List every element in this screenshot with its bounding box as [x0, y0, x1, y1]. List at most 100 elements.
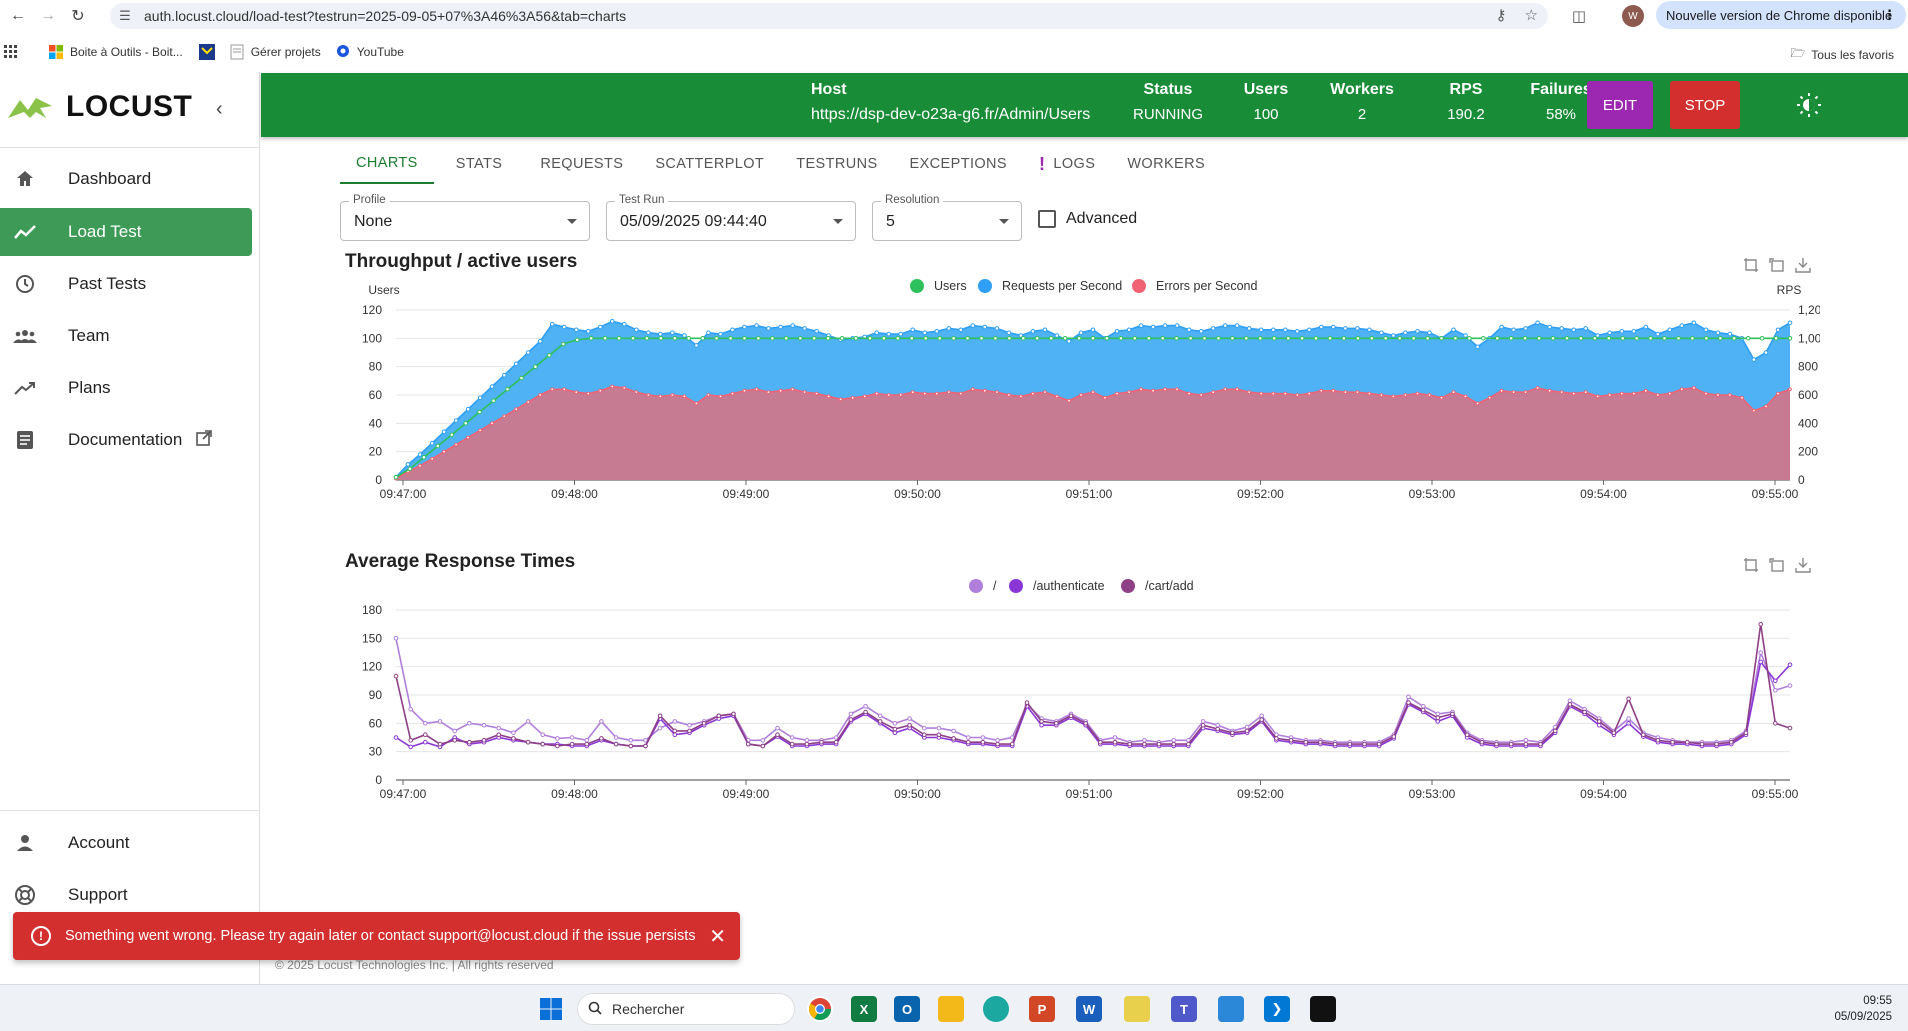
users-point	[658, 336, 664, 341]
cart-add-series-point	[1127, 741, 1133, 747]
authenticate-series-point	[1435, 719, 1441, 724]
key-icon[interactable]: ⚷	[1496, 6, 1507, 24]
theme-toggle-icon[interactable]	[1797, 93, 1821, 117]
throughput-chart[interactable]: Users RPS Users Requests per Second Errors p…	[340, 272, 1820, 512]
cart-add-series-point	[731, 711, 736, 717]
chrome-update-button[interactable]: Nouvelle version de Chrome disponible ⋮	[1656, 1, 1906, 29]
forward-icon[interactable]: →	[36, 4, 60, 28]
edit-button[interactable]: EDIT	[1587, 81, 1653, 129]
close-icon[interactable]: ✕	[709, 924, 726, 949]
edge-app-icon[interactable]	[983, 996, 1009, 1022]
collapse-sidebar-icon[interactable]: ‹	[216, 98, 223, 121]
all-bookmarks[interactable]: 🗁 Tous les favoris	[1790, 44, 1894, 65]
vscode-app-icon[interactable]: ❯	[1264, 996, 1290, 1022]
taskbar-clock[interactable]: 09:55 05/09/2025	[1834, 993, 1892, 1025]
rps-point	[489, 384, 495, 389]
sidebar-item-dashboard[interactable]: Dashboard	[0, 155, 252, 203]
cart-add-series-point	[1083, 721, 1089, 726]
errors-point	[586, 391, 591, 396]
tool-app-icon[interactable]	[1124, 996, 1150, 1022]
cart-add-series-point	[775, 732, 780, 737]
bookmark-youtube[interactable]: YouTube	[335, 44, 404, 60]
profile-select[interactable]: Profile None	[340, 194, 590, 241]
powerpoint-app-icon[interactable]: P	[1029, 996, 1055, 1022]
testrun-select[interactable]: Test Run 05/09/2025 09:44:40	[606, 194, 856, 241]
tab-scatterplot[interactable]: SCATTERPLOT	[639, 144, 780, 184]
users-point	[519, 375, 524, 381]
menu-dots-icon[interactable]: ⋮	[1883, 7, 1896, 23]
locust-logo[interactable]: LOCUST	[6, 90, 192, 124]
chrome-app-icon[interactable]	[807, 996, 833, 1022]
reload-icon[interactable]: ↻	[66, 4, 90, 28]
sidebar-item-account[interactable]: Account	[0, 819, 252, 867]
clock-time: 09:55	[1863, 995, 1892, 1007]
tab-logs[interactable]: ! LOGS	[1023, 144, 1111, 184]
x-tick-label: 09:51:00	[1066, 487, 1113, 501]
excel-app-icon[interactable]: X	[851, 996, 877, 1022]
bookmark-boite-outils[interactable]: Boite à Outils - Boit...	[48, 44, 183, 60]
errors-point	[1679, 387, 1684, 392]
sidebar-item-load-test[interactable]: Load Test	[0, 208, 252, 256]
bookmark-gerer-projets[interactable]: Gérer projets	[229, 44, 321, 60]
bookmark-arrow[interactable]	[198, 44, 215, 60]
cart-add-series-point	[437, 741, 443, 747]
stop-button[interactable]: STOP	[1670, 81, 1740, 129]
tab-workers[interactable]: WORKERS	[1111, 144, 1221, 184]
cart-add-series-point	[1098, 739, 1103, 745]
root-series-point	[481, 722, 487, 728]
errors-point	[1752, 408, 1756, 413]
advanced-toggle[interactable]: Advanced	[1038, 210, 1137, 228]
tab-charts[interactable]: CHARTS	[340, 144, 434, 184]
profile-avatar[interactable]: W	[1622, 5, 1644, 27]
extensions-icon[interactable]: ◫	[1568, 5, 1590, 27]
resolution-select[interactable]: Resolution 5	[872, 194, 1022, 241]
taskbar-search[interactable]: Rechercher	[577, 993, 795, 1025]
rps-point	[730, 327, 735, 333]
advanced-checkbox[interactable]	[1038, 210, 1056, 228]
sidebar-item-team[interactable]: Team	[0, 312, 252, 360]
errors-point	[958, 391, 963, 396]
back-icon[interactable]: ←	[6, 4, 30, 28]
cart-add-series-point	[1508, 741, 1514, 747]
rps-point	[766, 326, 771, 331]
sidebar-item-plans[interactable]: Plans	[0, 364, 252, 412]
notepad-app-icon[interactable]	[1218, 996, 1244, 1022]
file-explorer-icon[interactable]	[938, 996, 964, 1022]
star-icon[interactable]: ☆	[1525, 6, 1538, 24]
errors-point	[514, 407, 519, 412]
users-point	[1007, 336, 1012, 341]
sidebar-item-documentation[interactable]: Documentation	[0, 416, 252, 464]
address-bar[interactable]: ☰ auth.locust.cloud/load-test?testrun=20…	[110, 3, 1548, 29]
rps-point	[1679, 323, 1685, 328]
rps-point	[513, 361, 519, 367]
response-times-chart[interactable]: / /authenticate/cart/add 0 30 60 90 120 150 180 0…	[340, 572, 1820, 812]
legend-marker	[969, 579, 983, 593]
apps-icon[interactable]	[4, 45, 18, 59]
cart-add-series-point	[1670, 739, 1675, 745]
tab-testruns[interactable]: TESTRUNS	[780, 144, 893, 184]
sidebar-item-past-tests[interactable]: Past Tests	[0, 260, 252, 308]
word-app-icon[interactable]: W	[1076, 996, 1102, 1022]
cart-add-series-point	[804, 741, 810, 747]
tab-requests[interactable]: REQUESTS	[524, 144, 639, 184]
errors-point	[1571, 391, 1576, 396]
terminal-app-icon[interactable]	[1310, 996, 1336, 1022]
url-text[interactable]: auth.locust.cloud/load-test?testrun=2025…	[144, 8, 626, 24]
outlook-app-icon[interactable]: O	[894, 996, 920, 1022]
windows-start-icon[interactable]	[539, 997, 563, 1021]
rps-point	[886, 331, 892, 337]
errors-point	[898, 393, 903, 397]
site-info-icon[interactable]: ☰	[116, 7, 134, 25]
errors-point	[742, 388, 747, 393]
root-series-point	[1626, 716, 1631, 721]
cart-add-series-point	[1787, 725, 1793, 731]
users-point	[393, 474, 399, 480]
tab-exceptions[interactable]: EXCEPTIONS	[894, 144, 1023, 184]
teams-app-icon[interactable]: T	[1171, 996, 1197, 1022]
root-series-point	[1215, 722, 1221, 728]
users-point	[1076, 336, 1082, 341]
rps-point	[1607, 330, 1612, 336]
cart-add-series-point	[1024, 700, 1030, 705]
tab-stats[interactable]: STATS	[440, 144, 519, 184]
errors-point	[1259, 391, 1264, 396]
